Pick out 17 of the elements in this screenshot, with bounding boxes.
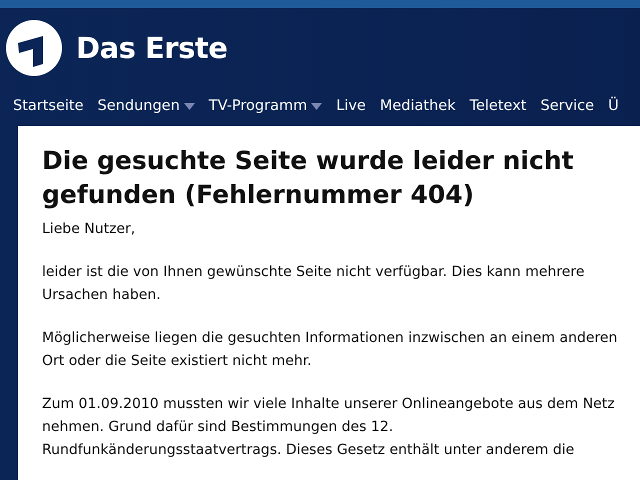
nav-item[interactable]: Service (533, 98, 602, 114)
nav-item[interactable]: Sendungen (90, 98, 202, 114)
page-heading: Die gesuchte Seite wurde leider nicht gefunden (Fehlernummer 404) (42, 145, 575, 211)
caret-icon (184, 102, 195, 110)
nav-item[interactable]: Live (329, 98, 373, 114)
nav-item[interactable]: TV-Programm (202, 98, 330, 114)
paragraph: leider ist die von Ihnen gewünschte Seite nicht verfügbar. Dies kann mehrere Ursachen haben. (42, 263, 586, 305)
paragraph: Zum 01.09.2010 mussten wir viele Inhalte unserer Onlineangebote aus dem Netz nehmen. Grund dafür sind Bestimmungen des 12. Rundfunkänderungsstaatvertrags. Dieses Gesetz enthält unter anderem die (42, 395, 616, 460)
caret-icon (311, 102, 322, 110)
nav-item[interactable]: Startseite (6, 98, 91, 114)
paragraph: Liebe Nutzer, (42, 220, 136, 239)
site-name[interactable]: Das Erste (76, 31, 228, 65)
paragraph: Möglicherweise liegen die gesuchten Informationen inzwischen an einem anderen Ort oder die Seite existiert nicht mehr. (42, 329, 618, 371)
nav-item[interactable]: Ü (601, 98, 626, 114)
nav-item[interactable]: Teletext (462, 98, 534, 114)
nav-item[interactable]: Mediathek (372, 98, 463, 114)
logo-icon[interactable] (6, 20, 62, 76)
